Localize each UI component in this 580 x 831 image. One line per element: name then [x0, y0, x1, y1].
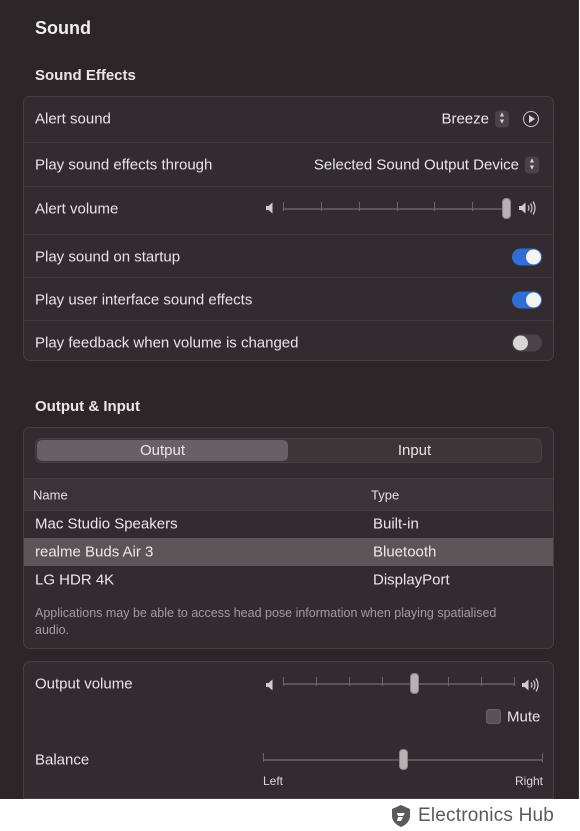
device-type: DisplayPort: [373, 571, 450, 589]
page-title: Sound: [35, 18, 91, 38]
slider-tick: [514, 677, 515, 686]
slider-tick: [542, 753, 543, 762]
startup-row: Play sound on startup: [24, 234, 553, 278]
popup-stepper-icon: ▲ ▼: [525, 156, 539, 173]
feedback-row: Play feedback when volume is changed: [24, 320, 553, 364]
device-row-realme-buds-air-3[interactable]: realme Buds Air 3 Bluetooth: [24, 538, 553, 566]
play-through-label: Play sound effects through: [35, 156, 213, 173]
slider-tick: [283, 677, 284, 686]
alert-volume-row: Alert volume: [24, 186, 553, 230]
slider-tick: [434, 202, 435, 211]
toggle-knob: [526, 292, 541, 307]
mute-label[interactable]: Mute: [507, 709, 540, 726]
alert-volume-label: Alert volume: [35, 200, 119, 217]
balance-slider[interactable]: [263, 748, 543, 772]
mute-checkbox[interactable]: [486, 709, 501, 724]
speaker-high-icon: [522, 678, 539, 692]
tab-output[interactable]: Output: [37, 440, 288, 461]
alert-volume-slider[interactable]: [283, 197, 511, 221]
alert-sound-popup[interactable]: Breeze ▲ ▼: [441, 110, 509, 127]
toggle-knob: [526, 249, 541, 264]
slider-tick: [349, 677, 350, 686]
sound-effects-panel: Alert sound Breeze ▲ ▼ Play sound effects…: [23, 96, 554, 361]
play-through-row: Play sound effects through Selected Soun…: [24, 142, 553, 186]
device-row-mac-studio-speakers[interactable]: Mac Studio Speakers Built-in: [24, 510, 553, 538]
output-controls-panel: Output volume Mute Balance Left Right: [23, 661, 554, 799]
slider-tick: [283, 202, 284, 211]
balance-label: Balance: [35, 751, 90, 769]
ui-effects-toggle[interactable]: [512, 291, 542, 308]
slider-tick: [448, 677, 449, 686]
spatial-audio-note: Applications may be able to access head …: [35, 606, 497, 637]
alert-sound-value: Breeze: [441, 110, 489, 127]
balance-right-label: Right: [514, 774, 543, 788]
section-title-sound-effects: Sound Effects: [35, 67, 136, 84]
output-volume-slider[interactable]: [283, 672, 515, 696]
balance-left-label: Left: [263, 774, 284, 788]
device-name: LG HDR 4K: [35, 571, 115, 589]
slider-tick: [359, 202, 360, 211]
watermark: Electronics Hub: [390, 804, 554, 828]
ui-effects-label: Play user interface sound effects: [35, 291, 253, 308]
slider-tick: [481, 677, 482, 686]
play-through-value: Selected Sound Output Device: [313, 156, 519, 173]
output-input-segmented-control: Output Input: [35, 438, 542, 463]
toggle-knob: [513, 335, 528, 350]
slider-tick: [321, 202, 322, 211]
play-through-popup[interactable]: Selected Sound Output Device ▲ ▼: [314, 156, 539, 173]
alert-sound-label: Alert sound: [35, 110, 111, 127]
watermark-text: Electronics Hub: [418, 805, 555, 826]
startup-toggle[interactable]: [512, 248, 542, 265]
startup-label: Play sound on startup: [35, 248, 181, 265]
device-type: Built-in: [373, 515, 419, 533]
device-name: realme Buds Air 3: [35, 543, 154, 561]
slider-thumb[interactable]: [399, 749, 408, 770]
device-name: Mac Studio Speakers: [35, 515, 178, 533]
play-alert-icon[interactable]: [523, 110, 539, 127]
slider-tick: [316, 677, 317, 686]
speaker-high-icon: [519, 201, 536, 215]
slider-tick: [397, 202, 398, 211]
slider-tick: [472, 202, 473, 211]
output-input-panel: Output Input Name Type Mac Studio Speake…: [23, 427, 554, 649]
output-volume-label: Output volume: [35, 675, 133, 693]
tab-input[interactable]: Input: [289, 440, 540, 461]
device-table-header: Name Type: [24, 478, 553, 511]
column-header-type[interactable]: Type: [371, 487, 399, 502]
speaker-low-icon: [266, 679, 273, 691]
slider-tick: [263, 753, 264, 762]
feedback-toggle[interactable]: [512, 334, 542, 351]
device-row-lg-hdr-4k[interactable]: LG HDR 4K DisplayPort: [24, 566, 553, 594]
popup-stepper-icon: ▲ ▼: [495, 110, 509, 127]
slider-tick: [382, 677, 383, 686]
alert-sound-row: Alert sound Breeze ▲ ▼: [24, 97, 553, 140]
speaker-low-icon: [266, 202, 273, 214]
electronics-hub-logo-icon: [392, 805, 410, 827]
column-header-name[interactable]: Name: [33, 487, 68, 502]
slider-thumb[interactable]: [502, 198, 511, 219]
ui-effects-row: Play user interface sound effects: [24, 277, 553, 321]
device-type: Bluetooth: [373, 543, 437, 561]
section-title-output-input: Output & Input: [35, 398, 140, 415]
sound-settings-window: Sound Sound Effects Alert sound Breeze ▲…: [0, 0, 579, 799]
slider-thumb[interactable]: [410, 673, 419, 694]
feedback-label: Play feedback when volume is changed: [35, 334, 299, 351]
